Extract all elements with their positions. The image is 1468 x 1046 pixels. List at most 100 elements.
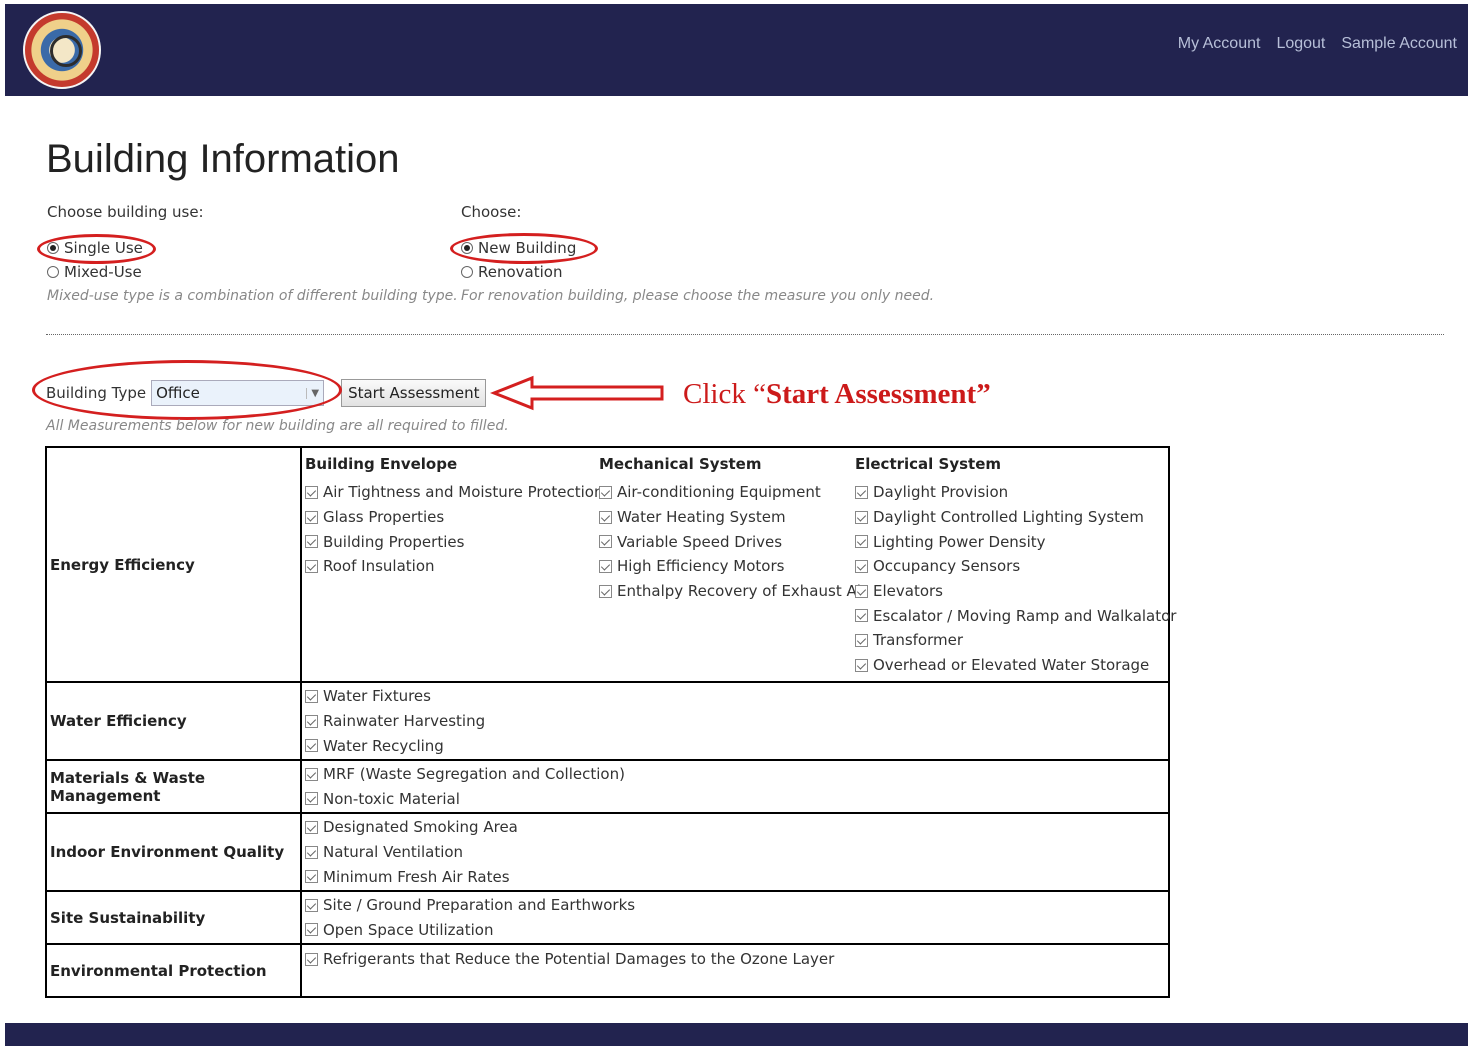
radio-renovation[interactable]: Renovation (461, 263, 562, 281)
column-header: Mechanical System (599, 455, 762, 473)
building-envelope-column: Building Envelope Air Tightness and Mois… (305, 448, 603, 579)
checkbox-checked-icon[interactable] (855, 559, 868, 573)
checkbox-checked-icon[interactable] (599, 584, 612, 598)
logout-link[interactable]: Logout (1276, 35, 1325, 53)
measure-item[interactable]: Variable Speed Drives (599, 529, 855, 554)
measure-item[interactable]: Air-conditioning Equipment (599, 480, 855, 505)
radio-checked-icon[interactable] (461, 242, 473, 254)
measure-item[interactable]: Site / Ground Preparation and Earthworks (305, 893, 1168, 918)
checkbox-checked-icon[interactable] (305, 739, 318, 753)
checkbox-checked-icon[interactable] (305, 510, 318, 524)
checkbox-checked-icon[interactable] (305, 792, 318, 806)
checkbox-checked-icon[interactable] (855, 485, 868, 499)
checkbox-checked-icon[interactable] (305, 898, 318, 912)
radio-single-use[interactable]: Single Use (47, 239, 143, 257)
callout-bold: Start Assessment” (765, 378, 991, 410)
radio-label: New Building (478, 239, 577, 257)
checkbox-checked-icon[interactable] (855, 535, 868, 549)
checkbox-checked-icon[interactable] (305, 923, 318, 937)
building-type-select[interactable]: Office ▼ (151, 380, 325, 406)
checkbox-checked-icon[interactable] (855, 658, 868, 672)
table-row: Indoor Environment Quality Designated Sm… (45, 812, 1170, 892)
checkbox-checked-icon[interactable] (305, 535, 318, 549)
checkbox-checked-icon[interactable] (305, 485, 318, 499)
measure-label: Designated Smoking Area (323, 818, 518, 837)
indoor-measures-cell: Designated Smoking Area Natural Ventilat… (300, 812, 1170, 892)
radio-unchecked-icon[interactable] (47, 266, 59, 278)
city-seal-logo[interactable] (23, 11, 101, 89)
radio-unchecked-icon[interactable] (461, 266, 473, 278)
checkbox-checked-icon[interactable] (599, 485, 612, 499)
measure-item[interactable]: Roof Insulation (305, 554, 599, 579)
measure-item[interactable]: Elevators (855, 579, 1165, 604)
chevron-down-icon[interactable]: ▼ (306, 387, 319, 399)
category-water-efficiency: Water Efficiency (45, 681, 302, 761)
checkbox-checked-icon[interactable] (599, 535, 612, 549)
mechanical-system-column: Mechanical System Air-conditioning Equip… (599, 448, 867, 604)
measure-item[interactable]: Lighting Power Density (855, 529, 1165, 554)
measure-label: Open Space Utilization (323, 920, 494, 939)
electrical-system-column: Electrical System Daylight Provision Day… (855, 448, 1176, 678)
category-indoor-environment: Indoor Environment Quality (45, 812, 302, 892)
measure-item[interactable]: Enthalpy Recovery of Exhaust Air (599, 579, 867, 604)
radio-new-building[interactable]: New Building (461, 239, 576, 257)
top-navbar: My Account Logout Sample Account (5, 4, 1468, 96)
measure-item[interactable]: Daylight Provision (855, 480, 1165, 505)
measure-label: Elevators (873, 582, 943, 601)
checkbox-checked-icon[interactable] (305, 870, 318, 884)
measure-label: High Efficiency Motors (617, 557, 785, 576)
choose-label: Choose: (461, 203, 522, 221)
checkbox-checked-icon[interactable] (305, 845, 318, 859)
checkbox-checked-icon[interactable] (855, 609, 868, 623)
measure-label: Daylight Controlled Lighting System (873, 508, 1144, 527)
building-type-value: Office (156, 384, 200, 402)
checkbox-checked-icon[interactable] (305, 559, 318, 573)
measure-item[interactable]: Glass Properties (305, 505, 599, 530)
measure-item[interactable]: Designated Smoking Area (305, 815, 1168, 840)
measure-item[interactable]: Natural Ventilation (305, 840, 1168, 865)
checkbox-checked-icon[interactable] (305, 767, 318, 781)
measure-item[interactable]: Daylight Controlled Lighting System (855, 505, 1165, 530)
measure-item[interactable]: Air Tightness and Moisture Protection (305, 480, 603, 505)
measure-item[interactable]: Escalator / Moving Ramp and Walkalator (855, 603, 1176, 628)
measure-item[interactable]: MRF (Waste Segregation and Collection) (305, 762, 1168, 787)
checkbox-checked-icon[interactable] (305, 689, 318, 703)
measure-item[interactable]: Water Recycling (305, 733, 1168, 758)
measure-item[interactable]: Non-toxic Material (305, 787, 1168, 812)
measure-label: Air Tightness and Moisture Protection (323, 483, 604, 502)
measure-item[interactable]: Overhead or Elevated Water Storage (855, 653, 1165, 678)
measure-item[interactable]: Rainwater Harvesting (305, 709, 1168, 734)
my-account-link[interactable]: My Account (1178, 35, 1261, 53)
checkbox-checked-icon[interactable] (305, 952, 318, 966)
water-measures-cell: Water Fixtures Rainwater Harvesting Wate… (300, 681, 1170, 761)
checkbox-checked-icon[interactable] (855, 510, 868, 524)
measure-item[interactable]: Minimum Fresh Air Rates (305, 864, 1168, 889)
measure-label: Escalator / Moving Ramp and Walkalator (873, 606, 1177, 625)
annotation-callout: Click “Start Assessment” (683, 378, 991, 411)
measure-item[interactable]: Open Space Utilization (305, 918, 1168, 943)
measure-item[interactable]: Water Fixtures (305, 684, 1168, 709)
measure-item[interactable]: Building Properties (305, 529, 599, 554)
measure-item[interactable]: Transformer (855, 628, 1165, 653)
measure-item[interactable]: High Efficiency Motors (599, 554, 855, 579)
nav-links: My Account Logout Sample Account (1178, 35, 1457, 53)
annotation-arrow-icon (490, 375, 664, 411)
page-title: Building Information (46, 137, 400, 181)
checkbox-checked-icon[interactable] (305, 714, 318, 728)
sample-account-link[interactable]: Sample Account (1341, 35, 1457, 53)
radio-checked-icon[interactable] (47, 242, 59, 254)
start-assessment-button[interactable]: Start Assessment (341, 379, 487, 407)
checkbox-checked-icon[interactable] (599, 559, 612, 573)
measure-item[interactable]: Refrigerants that Reduce the Potential D… (305, 947, 1168, 972)
radio-mixed-use[interactable]: Mixed-Use (47, 263, 142, 281)
table-row: Water Efficiency Water Fixtures Rainwate… (45, 681, 1170, 761)
table-row: Energy Efficiency Building Envelope Air … (45, 446, 1176, 683)
energy-measures-cell: Building Envelope Air Tightness and Mois… (300, 446, 1176, 683)
measure-item[interactable]: Water Heating System (599, 505, 855, 530)
checkbox-checked-icon[interactable] (855, 584, 868, 598)
building-use-label: Choose building use: (47, 203, 204, 221)
measure-item[interactable]: Occupancy Sensors (855, 554, 1165, 579)
checkbox-checked-icon[interactable] (855, 633, 868, 647)
checkbox-checked-icon[interactable] (599, 510, 612, 524)
checkbox-checked-icon[interactable] (305, 820, 318, 834)
